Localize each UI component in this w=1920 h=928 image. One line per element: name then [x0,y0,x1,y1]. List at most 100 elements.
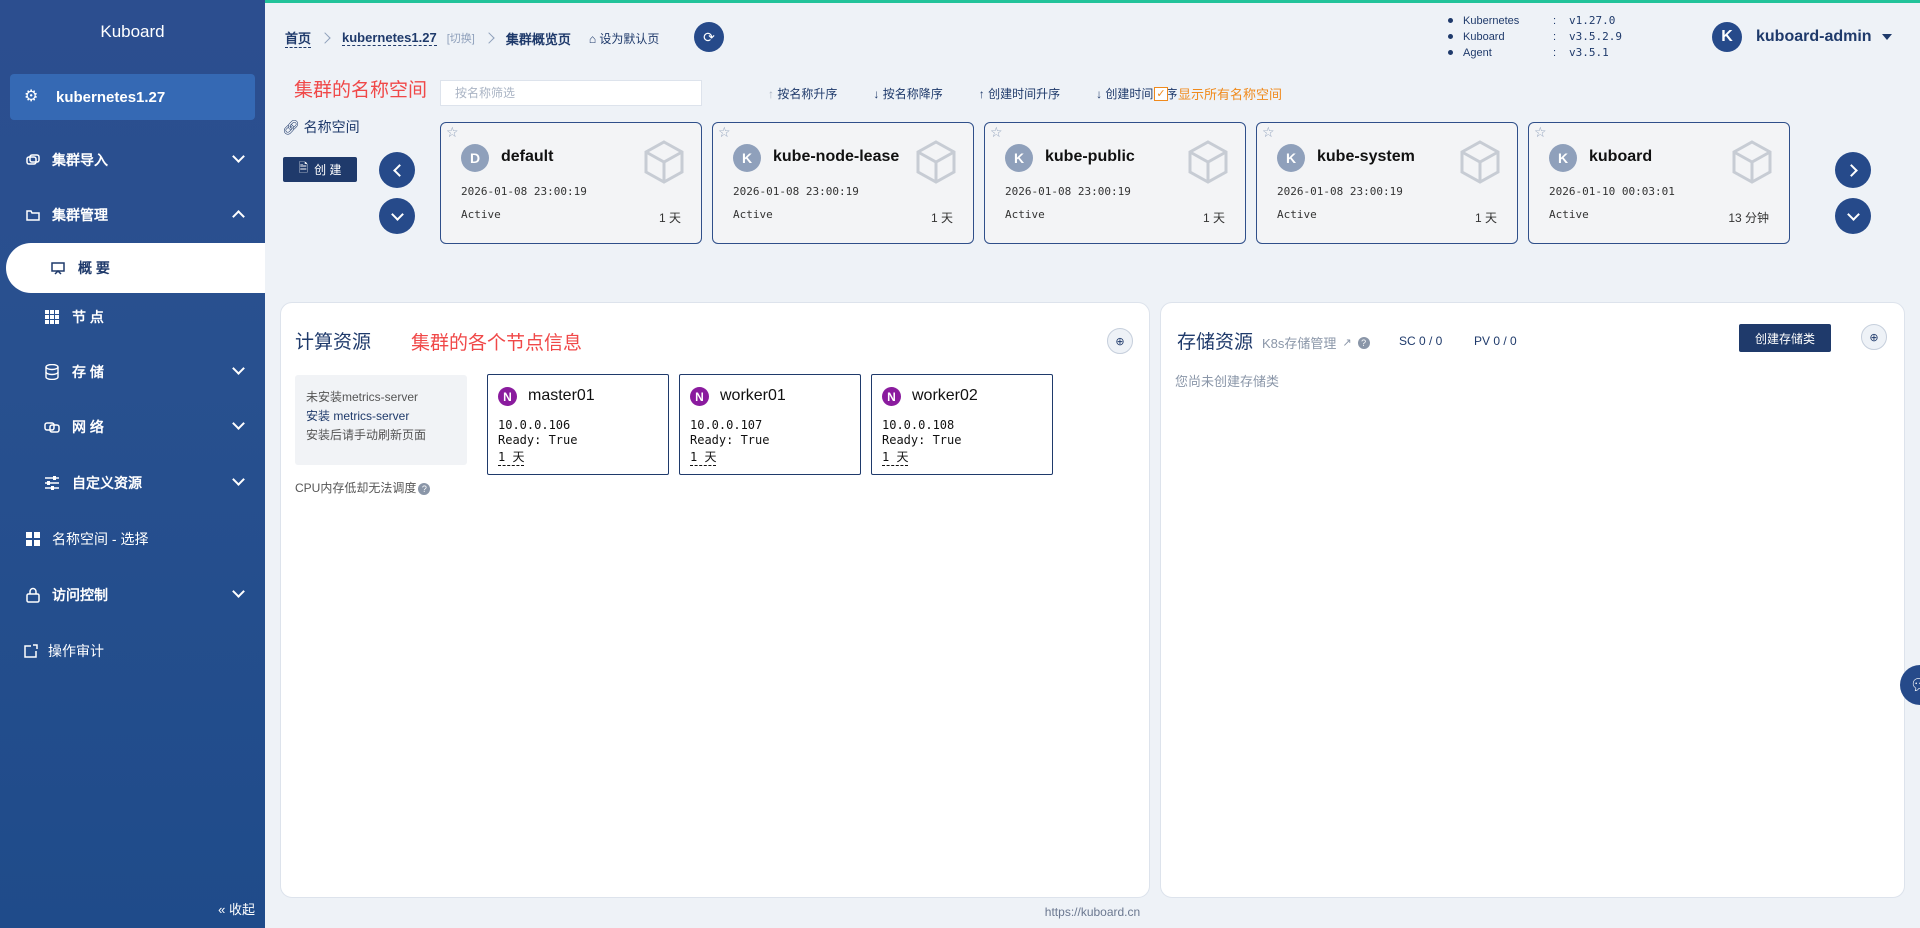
k8s-storage-link[interactable]: K8s存储管理 ↗ ? [1262,333,1370,352]
breadcrumb-home[interactable]: 首页 [285,28,312,48]
chevron-down-icon [390,207,404,221]
install-metrics-link[interactable]: 安装 metrics-server [306,408,467,424]
namespace-card[interactable]: ☆ Ddefault 2026-01-08 23:00:19 Active 1 天 [440,122,702,244]
document-icon: 🗎 [298,161,309,175]
sidebar-item-label: 节 点 [72,309,104,325]
breadcrumb-cluster[interactable]: kubernetes1.27 [342,30,437,46]
sidebar-item-cluster-import[interactable]: 集群导入 [0,140,265,180]
star-icon[interactable]: ☆ [1534,124,1547,141]
version-info: Kubernetes: v1.27.0 Kuboard: v3.5.2.9 Agen… [1448,13,1622,61]
scroll-right-button[interactable] [1835,152,1871,188]
metrics-server-notice: 未安装metrics-server 安装 metrics-server 安装后请… [295,375,467,465]
chevron-down-icon [232,585,245,598]
sidebar-item-custom-resource[interactable]: 自定义资源 [0,463,265,503]
sort-name-asc[interactable]: ↑ 按名称升序 [768,85,855,102]
zoom-icon[interactable]: ⊕ [1107,328,1133,354]
sidebar-item-namespace-select[interactable]: 名称空间 - 选择 [0,519,265,559]
user-menu[interactable]: K kuboard-admin [1712,22,1892,52]
node-age: 1 天 [498,450,525,466]
star-icon[interactable]: ☆ [1262,124,1275,141]
node-ready: Ready: True [690,433,770,447]
create-namespace-button[interactable]: 🗎 创 建 [283,157,357,182]
bullet-icon [1448,18,1453,23]
metrics-line: 安装后请手动刷新页面 [306,428,427,442]
chevron-right-icon [1844,163,1858,177]
network-icon [44,419,60,435]
expand-namespaces-button[interactable] [379,198,415,234]
sidebar-cluster-label: kubernetes1.27 [56,88,166,106]
create-storage-class-button[interactable]: 创建存储类 [1739,324,1831,352]
node-name: master01 [528,387,595,404]
sidebar-item-overview[interactable]: 概 要 [6,243,265,293]
node-badge: N [498,387,517,406]
set-default-page-link[interactable]: ⌂ 设为默认页 [589,30,660,47]
namespace-created-time: 2026-01-08 23:00:19 [1277,185,1403,198]
breadcrumb-switch[interactable]: [切换] [447,30,475,46]
compute-resources-panel: 计算资源 集群的各个节点信息 ⊕ 未安装metrics-server 安装 me… [280,302,1150,898]
namespace-age: 13 分钟 [1728,211,1769,225]
sort-options: ↑ 按名称升序 ↓ 按名称降序 ↑ 创建时间升序 ↓ 创建时间降序 [768,85,1213,102]
sidebar-cluster[interactable]: ⚙ kubernetes1.27 [10,74,255,120]
cube-icon [1460,140,1500,184]
node-card[interactable]: Nworker02 10.0.0.108 Ready: True 1 天 [871,374,1053,475]
sidebar-item-nodes[interactable]: 节 点 [0,297,265,337]
namespace-card[interactable]: ☆ Kkube-node-lease 2026-01-08 23:00:19 Acti… [712,122,974,244]
refresh-icon: ⟳ [703,28,715,45]
external-link-icon: ↗ [1342,337,1352,349]
namespace-name: kube-node-lease [773,148,900,165]
home-icon: ⌂ [588,31,597,46]
chevron-down-icon [232,473,245,486]
namespace-card[interactable]: ☆ Kkube-system 2026-01-08 23:00:19 Active 1 … [1256,122,1518,244]
refresh-button[interactable]: ⟳ [694,22,724,52]
sidebar-item-network[interactable]: 网 络 [0,407,265,447]
sidebar-item-label: 自定义资源 [72,475,142,491]
help-icon[interactable]: ? [418,483,431,495]
chevron-down-icon [1846,207,1860,221]
sort-time-asc[interactable]: ↑ 创建时间升序 [979,85,1078,102]
node-ready: Ready: True [882,433,962,447]
sidebar-item-audit[interactable]: 操作审计 [0,631,265,671]
star-icon[interactable]: ☆ [990,124,1003,141]
sidebar-item-access-control[interactable]: 访问控制 [0,575,265,615]
expand-namespaces-button-right[interactable] [1835,198,1871,234]
chevron-down-icon [232,362,245,375]
avatar: K [1712,22,1742,52]
namespace-label: 🔗︎ 名称空间 [282,117,360,137]
version-name: Agent [1463,47,1492,59]
node-badge: N [882,387,901,406]
sidebar-item-cluster-manage[interactable]: 集群管理 [0,195,265,235]
zoom-icon[interactable]: ⊕ [1861,324,1887,350]
sidebar-item-storage[interactable]: 存 储 [0,352,265,392]
namespace-badge: K [733,144,761,172]
node-card[interactable]: Nmaster01 10.0.0.106 Ready: True 1 天 [487,374,669,475]
namespace-search-input[interactable]: 按名称筛选 [440,80,702,106]
node-name: worker02 [912,387,978,404]
scroll-left-button[interactable] [379,152,415,188]
create-label: 创 建 [314,163,342,177]
sidebar-item-label: 集群导入 [52,152,108,168]
sidebar: Kuboard ⚙ kubernetes1.27 集群导入 集群管理 概 要 节… [0,0,265,928]
sidebar-item-label: 存 储 [72,364,104,380]
namespace-age: 1 天 [658,211,681,225]
breadcrumb-current: 集群概览页 [505,31,571,47]
node-ip: 10.0.0.107 [690,418,763,432]
chevron-down-icon [232,417,245,430]
namespace-created-time: 2026-01-08 23:00:19 [733,185,859,198]
node-card[interactable]: Nworker01 10.0.0.107 Ready: True 1 天 [679,374,861,475]
bullet-icon [1448,34,1453,39]
version-value: v3.5.2.9 [1569,30,1622,43]
namespace-status: Active [1005,208,1045,221]
namespace-created-time: 2026-01-10 00:03:01 [1549,185,1675,198]
node-age: 1 天 [882,450,909,466]
cube-icon [1188,140,1228,184]
show-all-namespaces-checkbox[interactable]: ✓ 显示所有名称空间 [1154,84,1282,103]
namespace-name: kube-system [1317,148,1415,165]
star-icon[interactable]: ☆ [446,124,459,141]
namespace-card[interactable]: ☆ Kkube-public 2026-01-08 23:00:19 Active 1 … [984,122,1246,244]
top-accent-bar [0,0,1920,3]
namespace-card[interactable]: ☆ Kkuboard 2026-01-10 00:03:01 Active 13 分钟 [1528,122,1790,244]
cube-icon [644,140,684,184]
star-icon[interactable]: ☆ [718,124,731,141]
sort-name-desc[interactable]: ↓ 按名称降序 [873,85,960,102]
help-icon[interactable]: ? [1357,336,1370,349]
